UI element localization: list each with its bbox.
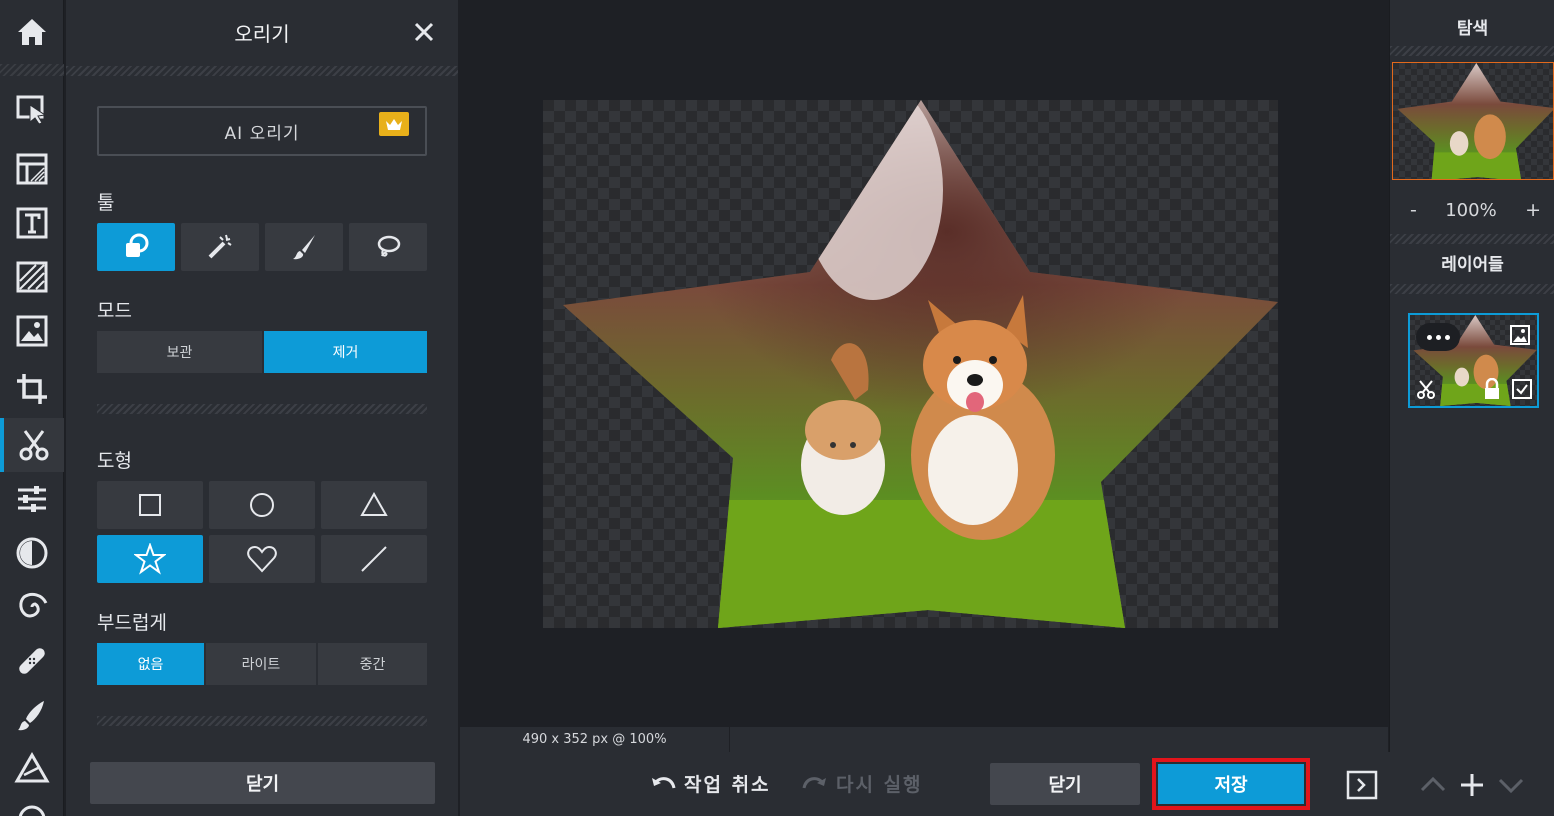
layers-title: 레이어들 — [1441, 255, 1504, 275]
brush-tool-button[interactable] — [265, 223, 343, 271]
undo-label: 작업 취소 — [684, 774, 771, 796]
mode-label: 모드 — [97, 300, 132, 322]
panel-divider — [66, 66, 458, 76]
right-panel: 탐색 - 100% + 레이어들 — [1389, 0, 1554, 752]
shape-square-button[interactable] — [97, 481, 203, 529]
shape-cut-icon — [126, 233, 149, 257]
close-button[interactable]: 닫기 — [990, 763, 1140, 805]
collapse-panel-icon[interactable] — [1346, 770, 1378, 800]
brush-icon — [293, 235, 315, 260]
zoom-level: 100% — [1445, 199, 1497, 221]
close-icon[interactable] — [412, 20, 436, 44]
status-bar: 490 x 352 px @ 100% — [460, 727, 1388, 752]
arrange-icon[interactable] — [0, 82, 64, 136]
layout-icon[interactable] — [0, 142, 64, 196]
layer-down-icon[interactable] — [1496, 770, 1526, 800]
layer-up-icon[interactable] — [1418, 770, 1448, 800]
redo-button[interactable]: 다시 실행 — [802, 770, 923, 797]
section-divider — [97, 716, 427, 726]
shape-star-button[interactable] — [97, 535, 203, 583]
panel-title: 오리기 — [234, 21, 290, 46]
layer-cutout-icon — [1414, 377, 1438, 401]
text-icon[interactable] — [0, 196, 64, 250]
zoom-out-button[interactable]: - — [1410, 199, 1417, 221]
heal-icon[interactable] — [0, 634, 64, 688]
filter-icon[interactable] — [0, 526, 64, 580]
zoom-in-button[interactable]: + — [1525, 199, 1541, 221]
brush-icon[interactable] — [0, 688, 64, 742]
navigator-title: 탐색 — [1456, 19, 1489, 39]
shape-triangle-button[interactable] — [321, 481, 427, 529]
lasso-tool-button[interactable] — [349, 223, 427, 271]
layer-lock-icon[interactable] — [1480, 377, 1504, 401]
ai-cutout-button[interactable]: AI 오리기 — [97, 106, 427, 156]
feather-label: 부드럽게 — [97, 612, 167, 634]
layer-more-icon[interactable] — [1416, 323, 1460, 351]
section-divider — [97, 404, 427, 414]
shape-line-button[interactable] — [321, 535, 427, 583]
save-button[interactable]: 저장 — [1158, 764, 1304, 804]
undo-icon — [652, 776, 676, 788]
panel-divider — [1390, 234, 1554, 244]
shape-label: 도형 — [97, 450, 132, 472]
pattern-icon[interactable] — [0, 250, 64, 304]
undo-button[interactable]: 작업 취소 — [650, 770, 771, 797]
ai-cutout-label: AI 오리기 — [224, 123, 300, 144]
left-toolbar — [0, 0, 64, 816]
heart-icon — [247, 545, 277, 573]
mode-remove-button[interactable]: 제거 — [264, 331, 427, 373]
star-icon — [134, 543, 166, 575]
crop-icon[interactable] — [0, 362, 64, 416]
mode-keep-button[interactable]: 보관 — [97, 331, 262, 373]
cutout-panel: 오리기 AI 오리기 툴 모드 보관 제거 도형 부드럽게 없음 라이트 중간 … — [66, 0, 458, 816]
panel-divider — [1390, 46, 1554, 56]
panel-close-button[interactable]: 닫기 — [90, 762, 435, 804]
feather-light-button[interactable]: 라이트 — [206, 643, 316, 685]
adjust-icon[interactable] — [0, 472, 64, 526]
redo-label: 다시 실행 — [836, 774, 923, 796]
layer-visible-checkbox-icon[interactable] — [1510, 377, 1534, 401]
shape-circle-button[interactable] — [209, 481, 315, 529]
add-layer-icon[interactable] — [1457, 770, 1487, 800]
magic-wand-tool-button[interactable] — [181, 223, 259, 271]
bottom-bar: 작업 취소 다시 실행 닫기 저장 — [460, 752, 1554, 816]
shape-heart-button[interactable] — [209, 535, 315, 583]
home-icon[interactable] — [0, 0, 64, 64]
magic-wand-icon — [208, 234, 232, 259]
canvas[interactable] — [543, 100, 1278, 628]
effect-swirl-icon[interactable] — [0, 580, 64, 634]
star-cutout-image — [563, 100, 1278, 628]
redo-icon — [802, 776, 826, 788]
canvas-workspace — [460, 0, 1388, 752]
shape-cut-tool-button[interactable] — [97, 223, 175, 271]
settings-icon[interactable] — [0, 792, 64, 816]
draw-icon[interactable] — [0, 742, 64, 796]
lasso-icon — [377, 235, 401, 257]
tools-label: 툴 — [97, 192, 115, 214]
panel-divider — [1390, 284, 1554, 294]
crown-icon — [379, 112, 409, 136]
canvas-dimensions: 490 x 352 px @ 100% — [460, 727, 730, 752]
line-icon — [361, 546, 387, 572]
image-icon[interactable] — [0, 304, 64, 358]
circle-icon — [250, 493, 274, 517]
toolbar-divider — [0, 64, 64, 76]
feather-medium-button[interactable]: 중간 — [318, 643, 427, 685]
feather-none-button[interactable]: 없음 — [97, 643, 204, 685]
cutout-icon[interactable] — [0, 418, 64, 472]
triangle-icon — [360, 491, 388, 516]
zoom-control: - 100% + — [1390, 196, 1554, 224]
photo-editor-app: 오리기 AI 오리기 툴 모드 보관 제거 도형 부드럽게 없음 라이트 중간 … — [0, 0, 1554, 816]
navigator-thumbnail[interactable] — [1392, 62, 1554, 180]
layer-image-icon — [1508, 323, 1532, 347]
square-icon — [139, 494, 161, 516]
layer-item[interactable] — [1408, 313, 1539, 408]
